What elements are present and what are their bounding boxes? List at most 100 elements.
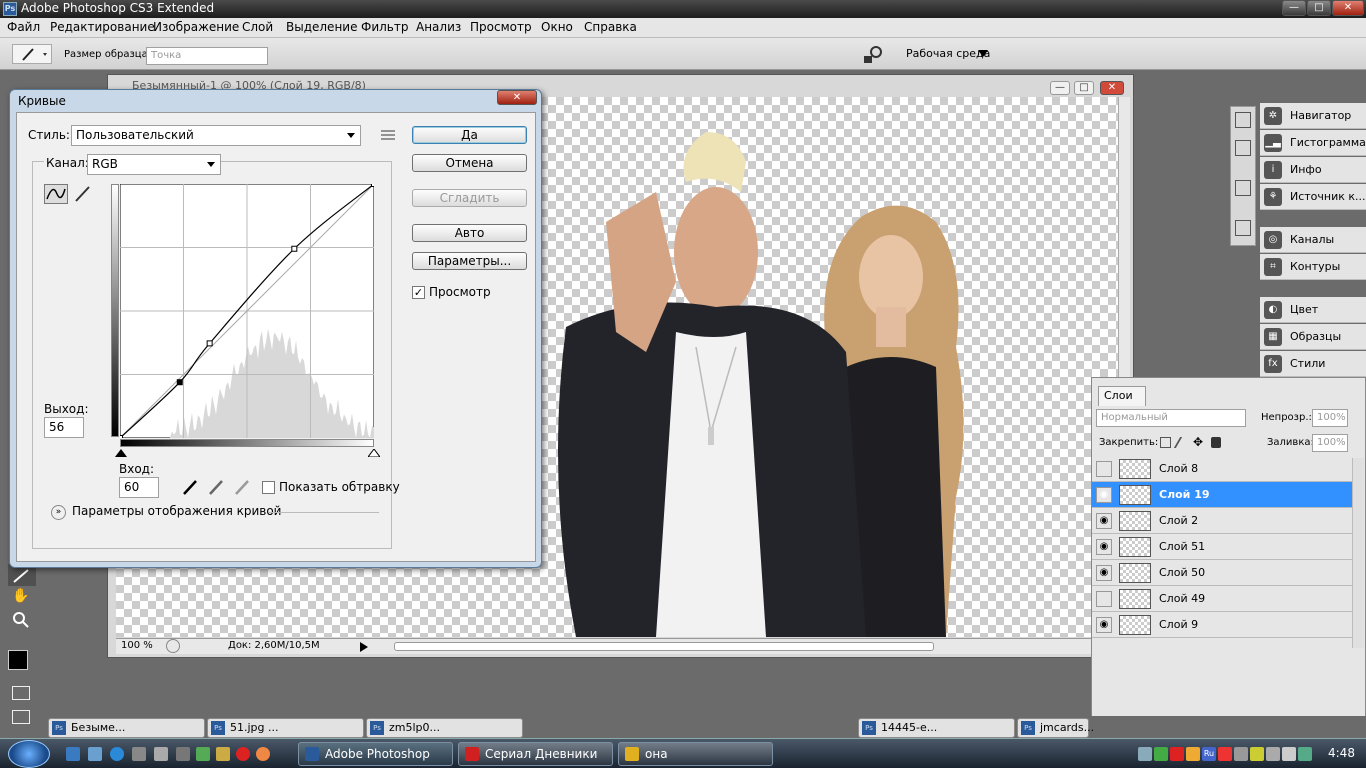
gray-eyedropper-icon[interactable] <box>206 477 228 497</box>
menu-help[interactable]: Справка <box>584 20 637 34</box>
lock-all-icon[interactable] <box>1211 437 1221 448</box>
maximize-button[interactable]: □ <box>1307 0 1331 16</box>
menu-edit[interactable]: Редактирование <box>50 20 155 34</box>
quicklaunch-icon[interactable] <box>176 747 190 761</box>
eye-icon[interactable]: ◉ <box>1096 565 1112 581</box>
curves-close-button[interactable]: ✕ <box>497 90 537 105</box>
tray-icon[interactable] <box>1218 747 1232 761</box>
lock-pixels-icon[interactable] <box>1174 437 1191 448</box>
tool-presets-icon[interactable] <box>1235 180 1251 196</box>
curve-point[interactable] <box>372 184 375 187</box>
eye-icon[interactable]: ◉ <box>1096 617 1112 633</box>
opacity-field[interactable]: 100% <box>1312 409 1348 427</box>
menu-analysis[interactable]: Анализ <box>416 20 461 34</box>
tray-icon[interactable] <box>1138 747 1152 761</box>
input-field[interactable]: 60 <box>119 477 159 498</box>
layer-comps-icon[interactable] <box>1235 220 1251 236</box>
menu-window[interactable]: Окно <box>541 20 573 34</box>
panel-clone-source[interactable]: ⚘ Источник к... <box>1260 184 1366 210</box>
quicklaunch-icon[interactable] <box>196 747 210 761</box>
lock-position-icon[interactable]: ✥ <box>1193 435 1203 449</box>
curve-point[interactable] <box>120 436 123 439</box>
auto-button[interactable]: Авто <box>412 224 527 242</box>
panel-navigator[interactable]: ✲ Навигатор <box>1260 103 1366 129</box>
doc-minimize-button[interactable]: — <box>1050 81 1070 95</box>
quick-mask-icon[interactable] <box>12 686 30 700</box>
menu-view[interactable]: Просмотр <box>470 20 532 34</box>
options-button[interactable]: Параметры... <box>412 252 527 270</box>
horizontal-scrollbar[interactable] <box>394 642 934 651</box>
doc-tab[interactable]: Ps 14445-e... <box>858 718 1015 738</box>
network-icon[interactable] <box>1266 747 1280 761</box>
doc-tab[interactable]: Ps jmcards... <box>1017 718 1089 738</box>
white-eyedropper-icon[interactable] <box>232 477 254 497</box>
menu-layer[interactable]: Слой <box>242 20 273 34</box>
show-desktop-icon[interactable] <box>66 747 80 761</box>
pencil-icon[interactable] <box>72 184 94 204</box>
preset-select[interactable]: Пользовательский <box>71 125 361 146</box>
sample-size-select[interactable]: Точка <box>146 47 268 65</box>
hidden-eye-icon[interactable] <box>1096 461 1112 477</box>
preview-checkbox[interactable]: ✓ <box>412 286 425 299</box>
tray-icon[interactable] <box>1154 747 1168 761</box>
tab-layers[interactable]: Слои ✕ <box>1098 386 1146 406</box>
quicklaunch-icon[interactable] <box>88 747 102 761</box>
menu-filter[interactable]: Фильтр <box>361 20 408 34</box>
tray-icon[interactable] <box>1170 747 1184 761</box>
display-options-label[interactable]: Параметры отображения кривой <box>72 504 281 518</box>
output-field[interactable]: 56 <box>44 417 84 438</box>
eye-icon[interactable]: ◉ <box>1096 487 1112 503</box>
tray-icon[interactable] <box>1298 747 1312 761</box>
black-eyedropper-icon[interactable] <box>180 477 202 497</box>
workspace-dropdown-icon[interactable] <box>978 50 988 58</box>
tray-icon[interactable] <box>1250 747 1264 761</box>
opera-icon[interactable] <box>236 747 250 761</box>
doc-tab[interactable]: Ps zm5lp0... <box>366 718 523 738</box>
status-menu-arrow-icon[interactable] <box>360 642 368 652</box>
quicklaunch-icon[interactable] <box>154 747 168 761</box>
status-icon[interactable] <box>166 639 180 653</box>
eyedropper-tool-preset-icon[interactable] <box>12 44 52 64</box>
panel-color[interactable]: ◐ Цвет <box>1260 297 1366 323</box>
bridge-icon[interactable] <box>862 44 886 64</box>
panel-paths[interactable]: ⌗ Контуры <box>1260 254 1366 280</box>
doc-tab[interactable]: Ps Безыме... <box>48 718 205 738</box>
black-point-slider[interactable] <box>115 449 127 457</box>
language-icon[interactable]: Ru <box>1202 747 1216 761</box>
quicklaunch-icon[interactable] <box>216 747 230 761</box>
curve-point[interactable] <box>292 246 297 251</box>
channel-select[interactable]: RGB <box>87 154 221 175</box>
panel-histogram[interactable]: ▁▃ Гистограмма <box>1260 130 1366 156</box>
menu-image[interactable]: Изображение <box>153 20 239 34</box>
taskbar-button[interactable]: Adobe Photoshop C... <box>298 742 453 766</box>
curve-edit-points-icon[interactable] <box>44 184 68 204</box>
cancel-button[interactable]: Отмена <box>412 154 527 172</box>
actions-icon[interactable] <box>1235 140 1251 156</box>
layer-row[interactable]: ◉ Слой 51 <box>1092 534 1352 560</box>
taskbar-button[interactable]: она <box>618 742 773 766</box>
layer-row[interactable]: Слой 49 <box>1092 586 1352 612</box>
show-clipping-checkbox[interactable] <box>262 481 275 494</box>
doc-close-button[interactable]: ✕ <box>1100 81 1124 95</box>
quicklaunch-icon[interactable] <box>256 747 270 761</box>
curve-point[interactable] <box>177 380 182 385</box>
doc-maximize-button[interactable]: □ <box>1074 81 1094 95</box>
tray-icon[interactable] <box>1186 747 1200 761</box>
taskbar-button[interactable]: Сериал Дневники в... <box>458 742 613 766</box>
layer-row[interactable]: ◉ Слой 50 <box>1092 560 1352 586</box>
minimize-button[interactable]: — <box>1282 0 1306 16</box>
panel-swatches[interactable]: ▦ Образцы <box>1260 324 1366 350</box>
screen-mode-icon[interactable] <box>12 710 30 724</box>
zoom-level[interactable]: 100 % <box>121 640 153 651</box>
clock[interactable]: 4:48 <box>1328 746 1355 760</box>
eye-icon[interactable]: ◉ <box>1096 539 1112 555</box>
close-button[interactable]: ✕ <box>1332 0 1364 16</box>
lock-transparency-icon[interactable] <box>1160 437 1171 448</box>
hidden-eye-icon[interactable] <box>1096 591 1112 607</box>
white-point-slider[interactable] <box>368 449 380 457</box>
panel-styles[interactable]: fx Стили <box>1260 351 1366 377</box>
eye-icon[interactable]: ◉ <box>1096 513 1112 529</box>
expand-display-options-icon[interactable]: » <box>51 505 66 520</box>
menu-select[interactable]: Выделение <box>286 20 357 34</box>
volume-icon[interactable] <box>1282 747 1296 761</box>
